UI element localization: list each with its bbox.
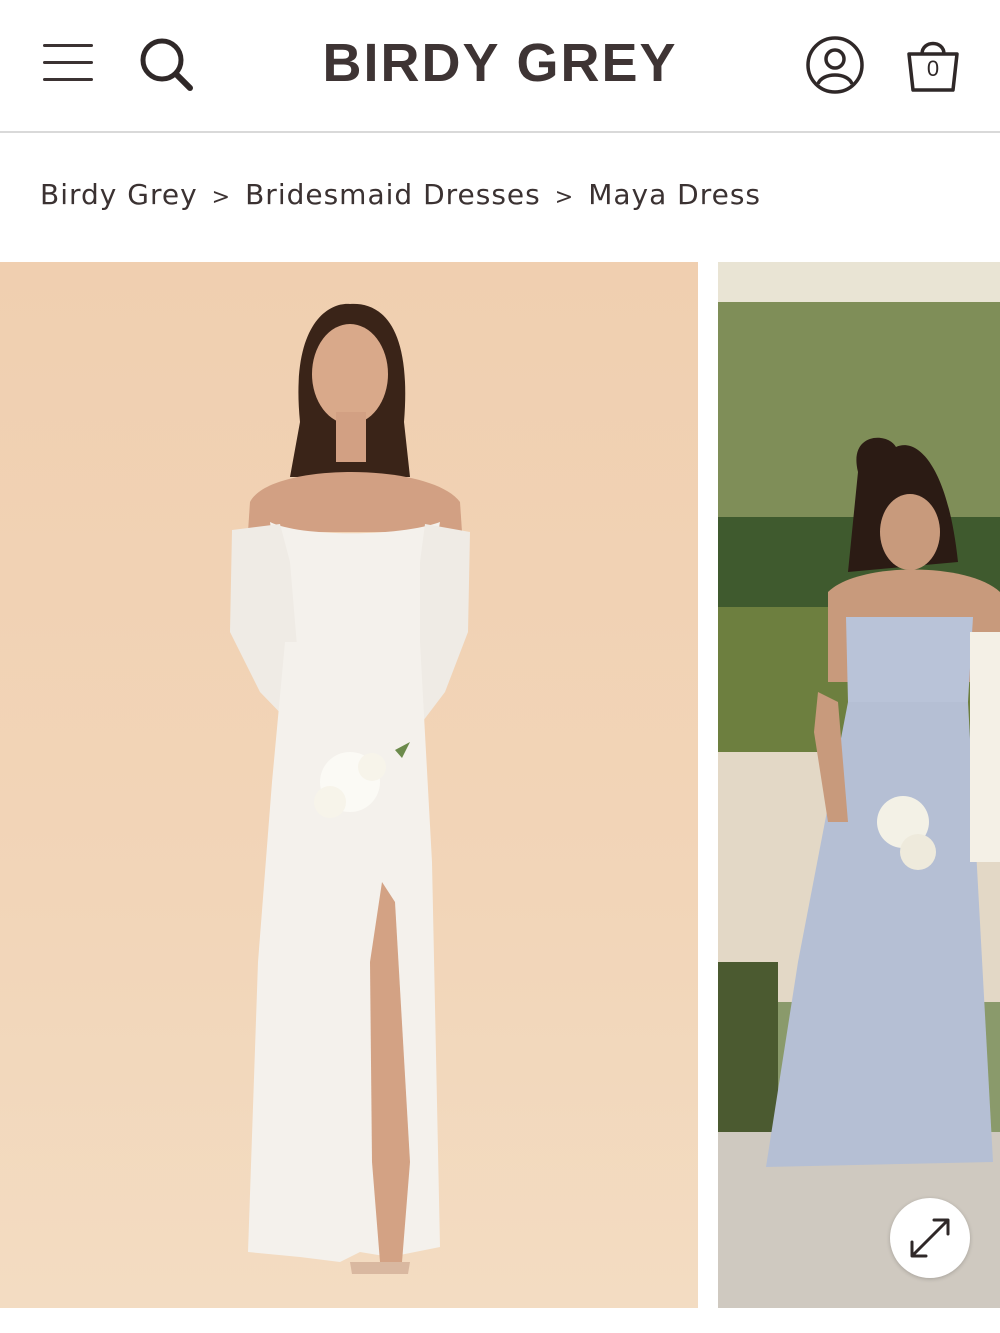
breadcrumb-separator: > [554,185,575,210]
product-image-white-dress[interactable] [0,262,698,1308]
breadcrumb-current: Maya Dress [588,178,761,211]
user-account-icon[interactable] [804,34,866,96]
breadcrumb-link-bridesmaid-dresses[interactable]: Bridesmaid Dresses [245,178,541,211]
cart-count-badge: 0 [926,56,940,81]
product-image-gallery[interactable] [0,262,1000,1308]
breadcrumb: Birdy Grey > Bridesmaid Dresses > Maya Dress [40,178,761,211]
product-image-blue-dress[interactable] [718,262,1000,1308]
breadcrumb-link-home[interactable]: Birdy Grey [40,178,198,211]
site-header: BIRDY GREY 0 [0,0,1000,133]
breadcrumb-separator: > [211,185,232,210]
shopping-bag-icon[interactable]: 0 [902,34,964,96]
expand-arrows-icon[interactable] [890,1198,970,1278]
